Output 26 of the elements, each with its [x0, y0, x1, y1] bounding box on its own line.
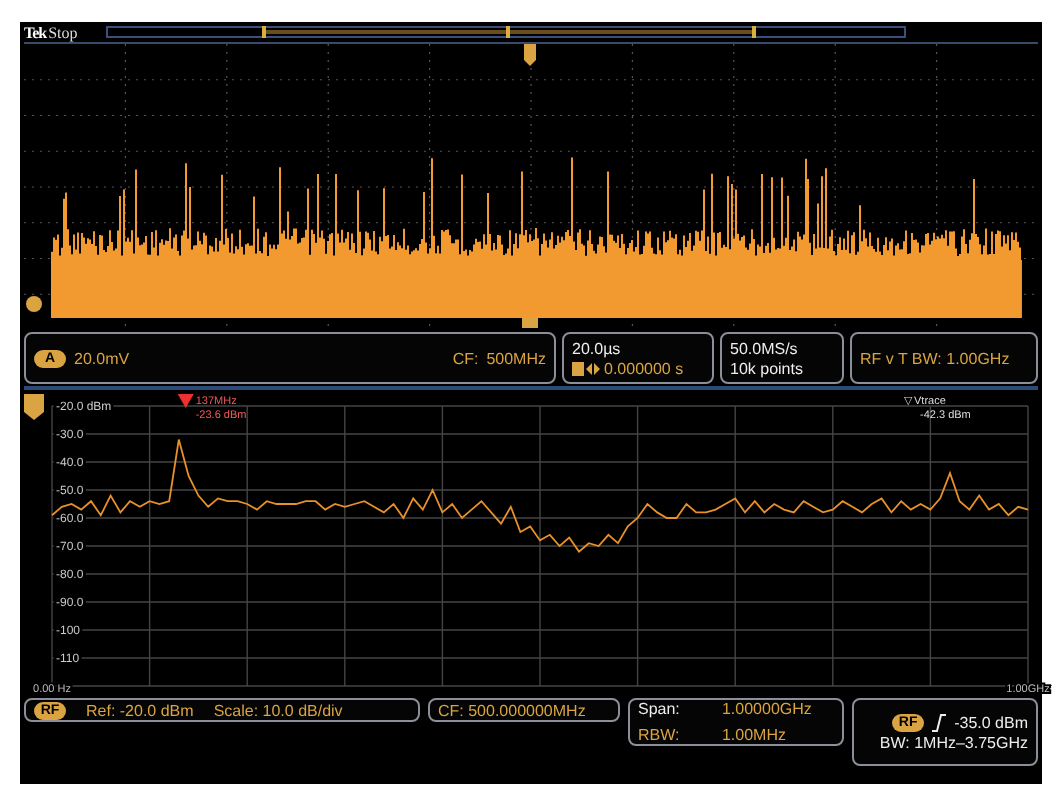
time-scale: 20.0µs — [572, 339, 621, 357]
rbw-value: 1.00MHz — [721, 726, 788, 744]
acquisition-state: Stop — [48, 23, 78, 41]
record-length: 10k points — [730, 359, 803, 377]
delay-icon — [572, 361, 600, 375]
rbw-label: RBW: — [638, 726, 682, 744]
sample-rate: 50.0MS/s — [730, 339, 798, 357]
center-frequency-label: CF: — [452, 349, 479, 367]
span-label: Span: — [638, 700, 682, 718]
center-frequency: CF: 500.000000MHz — [438, 701, 586, 719]
trigger-level: -35.0 dBm — [954, 713, 1028, 731]
trigger-position-icon — [524, 44, 536, 66]
vertical-scale: Scale: 10.0 dB/div — [213, 701, 343, 719]
rf-time-bandwidth: RF v T BW: 1.00GHz — [860, 349, 1010, 367]
trigger-bandwidth: BW: 1MHz–3.75GHz — [879, 733, 1028, 751]
vertical-scale: 20.0mV — [74, 349, 130, 367]
rising-edge-icon — [932, 713, 947, 731]
channel-ground-icon — [26, 296, 42, 312]
trigger-level-icon — [522, 318, 538, 328]
center-frequency: 500MHz — [486, 349, 546, 367]
reference-level: Ref: -20.0 dBm — [86, 701, 194, 719]
span-value: 1.00000GHz — [721, 700, 814, 718]
brand-label: Tek — [24, 23, 47, 41]
spectrum-marker-icon — [24, 394, 44, 420]
peak-marker-icon — [177, 394, 194, 408]
time-position: 0.000000 s — [604, 359, 684, 377]
